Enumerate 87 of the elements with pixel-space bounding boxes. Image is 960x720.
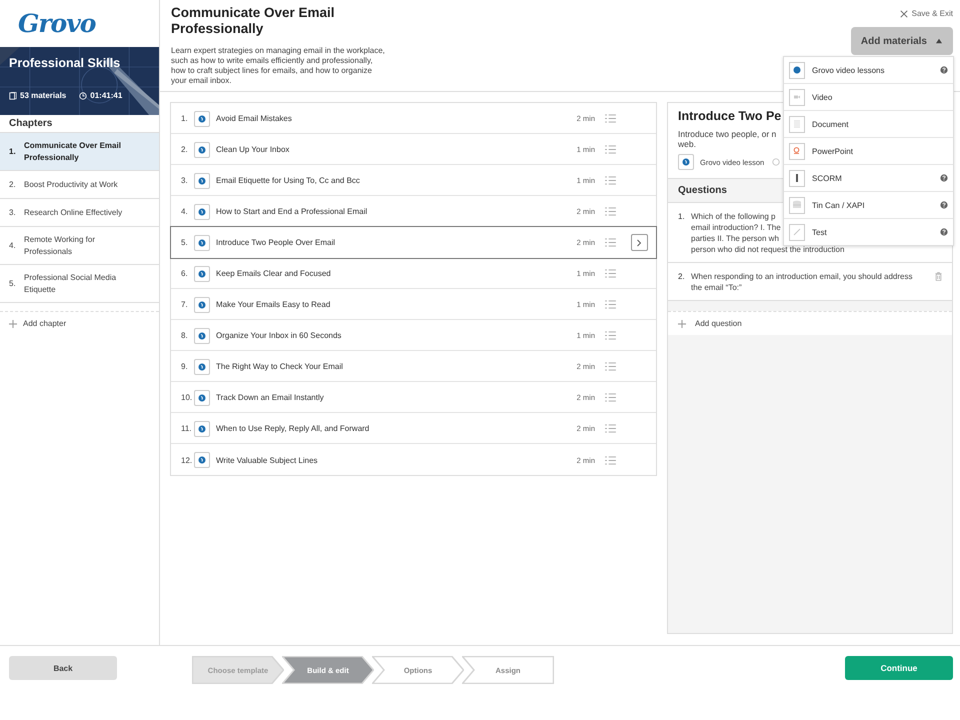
question-number: 2.: [678, 271, 684, 283]
lesson-number: 7.: [181, 300, 189, 309]
lesson-number: 2.: [181, 145, 189, 154]
lesson-title: Keep Emails Clear and Focused: [216, 269, 332, 278]
lesson-title: Clean Up Your Inbox: [216, 145, 290, 154]
chapter-item[interactable]: 4. Remote Working for Professionals: [0, 227, 159, 265]
lesson-description: Introduce two people, or n: [678, 129, 776, 139]
chapter-item[interactable]: 2. Boost Productivity at Work: [0, 171, 159, 199]
clock-icon: [79, 92, 88, 100]
list-icon[interactable]: [605, 114, 616, 123]
plus-icon: [9, 320, 17, 328]
close-icon: [900, 10, 908, 18]
video-camera-icon: [789, 88, 805, 106]
course-duration: 01:41:41: [90, 91, 122, 100]
menu-item[interactable]: Grovo video lessons: [784, 57, 953, 84]
menu-item[interactable]: Document: [784, 111, 953, 138]
lesson-number: 9.: [181, 362, 189, 371]
lesson-title: When to Use Reply, Reply All, and Forward: [216, 424, 370, 433]
lesson-number: 10.: [181, 393, 194, 402]
question-text: When responding to an introduction email, you should address: [691, 271, 912, 282]
lesson-number: 8.: [181, 331, 189, 340]
add-materials-button[interactable]: Add materials: [850, 27, 953, 55]
help-icon[interactable]: [940, 66, 948, 74]
lesson-description: web.: [678, 139, 696, 149]
lesson-number: 11.: [181, 424, 193, 433]
help-icon[interactable]: [940, 201, 948, 209]
clock-icon: [772, 158, 780, 166]
save-exit-link[interactable]: Save & Exit: [900, 5, 953, 18]
help-icon[interactable]: [940, 174, 948, 182]
chapter-title: Communicate Over Email Professionally: [171, 5, 336, 37]
lesson-title: Track Down an Email Instantly: [216, 393, 325, 402]
lesson-title: Make Your Emails Easy to Read: [216, 300, 332, 309]
document-icon: [789, 116, 805, 132]
chapter-item[interactable]: 5. Professional Social Media Etiquette: [0, 265, 159, 303]
question-text: Which of the following p: [691, 211, 776, 222]
menu-item[interactable]: PowerPoint: [784, 138, 953, 165]
list-icon[interactable]: [605, 269, 616, 278]
question-text: parties II. The person wh: [691, 233, 779, 244]
add-chapter-button[interactable]: Add chapter: [0, 311, 159, 335]
lesson-title: Avoid Email Mistakes: [216, 114, 293, 123]
add-question-button[interactable]: Add question: [668, 311, 952, 335]
list-icon[interactable]: [605, 393, 616, 402]
list-icon[interactable]: [605, 424, 616, 433]
list-icon[interactable]: [605, 207, 616, 216]
cylinder-icon: [789, 196, 805, 214]
lesson-number: 5.: [181, 238, 189, 247]
materials-count: 53 materials: [20, 91, 66, 100]
caret-icon: [935, 38, 943, 44]
logo: Grovo: [18, 9, 96, 38]
list-icon[interactable]: [605, 362, 616, 371]
question-number: 1.: [678, 211, 684, 223]
list-icon[interactable]: [605, 145, 616, 154]
list-icon[interactable]: [605, 456, 616, 464]
question-text: the email “To:”: [691, 282, 742, 293]
back-button[interactable]: Back: [9, 656, 117, 680]
question-text: person who did not request the introduction: [691, 244, 844, 255]
lesson-title: How to Start and End a Professional Email: [216, 207, 368, 216]
chapter-description: Learn expert strategies on managing email in the workplace, such as how to write emails efficiently and professionally, how to craft subject lines for emails, and how to organize your email inbox.: [171, 46, 386, 86]
chapter-item[interactable]: 1. Communicate Over Email Professionally: [0, 133, 159, 171]
course-title: Professional Skills: [9, 56, 122, 70]
menu-item[interactable]: Video: [784, 84, 953, 111]
list-icon[interactable]: [605, 300, 616, 309]
chapter-item[interactable]: 3. Research Online Effectively: [0, 199, 159, 227]
lesson-number: 6.: [181, 269, 189, 278]
lesson-heading: Introduce Two Pe: [678, 109, 782, 123]
lesson-title: Introduce Two People Over Email: [216, 238, 336, 247]
book-icon: [9, 92, 17, 100]
lesson-title: Organize Your Inbox in 60 Seconds: [216, 331, 342, 340]
list-icon[interactable]: [605, 331, 616, 340]
lesson-number: 3.: [181, 176, 189, 185]
lesson-title: Email Etiquette for Using To, Cc and Bcc: [216, 176, 361, 185]
help-icon[interactable]: [940, 228, 948, 236]
plus-icon: [678, 320, 686, 328]
list-icon[interactable]: [605, 176, 616, 185]
lesson-number: 1.: [181, 114, 189, 123]
menu-item[interactable]: Tin Can / XAPI: [784, 192, 953, 219]
open-button[interactable]: [630, 234, 648, 251]
chevron-icon: [636, 238, 642, 246]
list-icon[interactable]: [605, 238, 616, 247]
lesson-title: The Right Way to Check Your Email: [216, 362, 344, 371]
question-text: email introduction? I. The: [691, 222, 781, 233]
menu-item[interactable]: Test: [784, 219, 953, 245]
menu-item[interactable]: SCORM: [784, 165, 953, 192]
lesson-number: 4.: [181, 207, 189, 216]
lesson-number: 12.: [181, 456, 194, 464]
lesson-title: Write Valuable Subject Lines: [216, 456, 319, 464]
trash-icon[interactable]: [935, 272, 942, 281]
